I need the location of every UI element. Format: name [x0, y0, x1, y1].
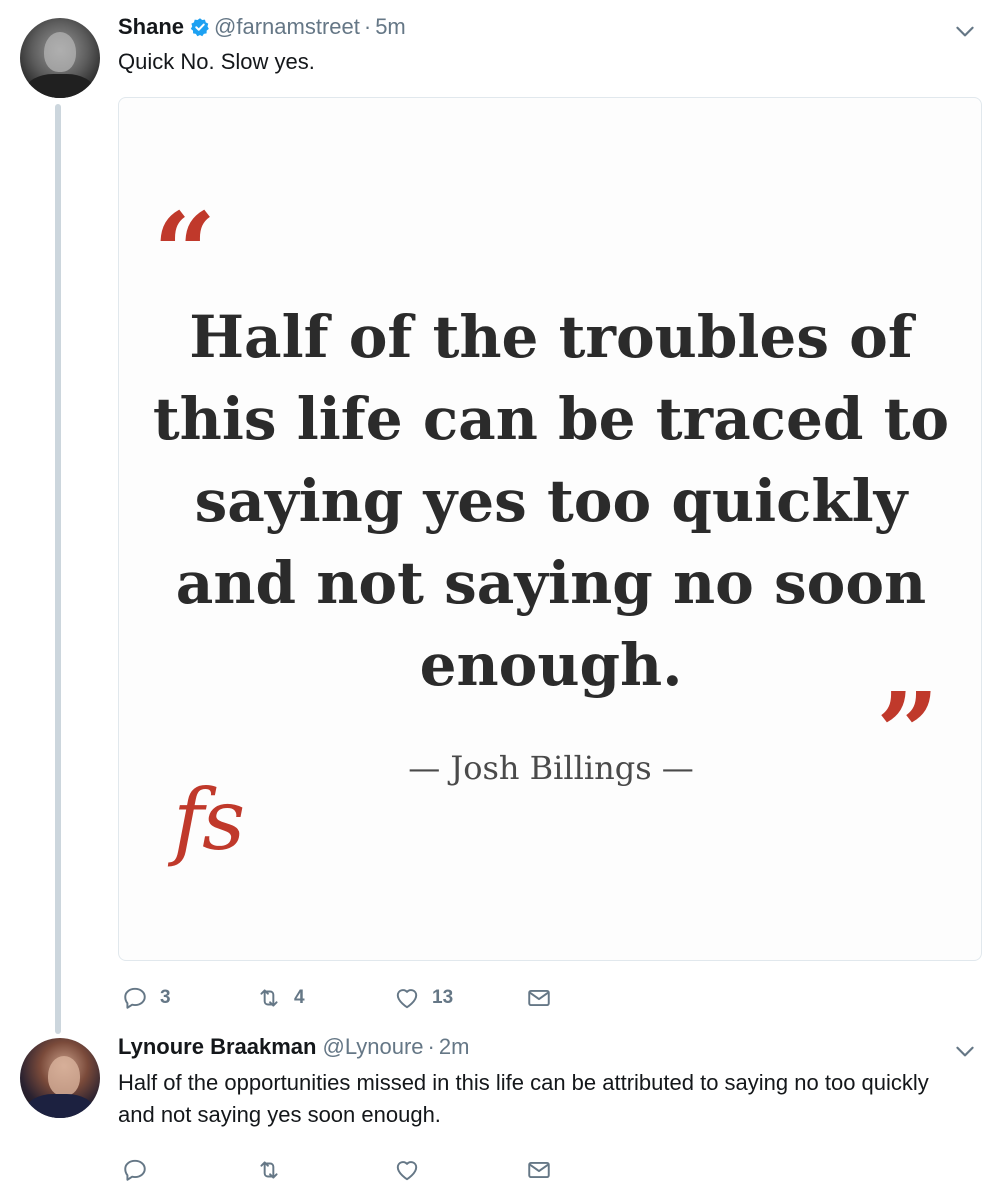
fs-logo: fs	[173, 771, 245, 869]
tweet-text: Quick No. Slow yes.	[118, 49, 315, 74]
separator-dot: ·	[363, 14, 372, 39]
tweet-text: Half of the opportunities missed in this…	[118, 1070, 929, 1127]
retweet-count: 4	[294, 987, 305, 1008]
retweet-icon	[260, 1161, 278, 1179]
avatar-face	[44, 32, 76, 72]
reply-button[interactable]	[122, 1150, 148, 1190]
reply-button[interactable]: 3	[122, 978, 171, 1018]
quote-author: — Josh Billings —	[408, 749, 694, 787]
reply-icon	[124, 987, 146, 1009]
reply-count: 3	[160, 987, 171, 1008]
media-image[interactable]: “ Half of the troubles of this life can …	[118, 97, 982, 961]
chevron-down-icon[interactable]	[952, 1038, 978, 1064]
direct-message-button[interactable]	[526, 1150, 552, 1190]
thread-line	[55, 104, 61, 1034]
author-handle[interactable]: @Lynoure	[322, 1033, 423, 1061]
verified-badge-icon	[190, 18, 209, 37]
retweet-button[interactable]	[256, 1150, 282, 1190]
avatar-face	[48, 1056, 80, 1096]
heart-icon	[396, 989, 418, 1009]
heart-icon	[396, 1161, 418, 1181]
retweet-icon	[260, 989, 278, 1007]
avatar-shoulders	[26, 1094, 94, 1118]
author-name[interactable]: Lynoure Braakman	[118, 1033, 316, 1061]
envelope-icon	[528, 1161, 550, 1179]
like-button[interactable]: 13	[394, 978, 453, 1018]
avatar-shoulders	[26, 74, 94, 98]
author-name[interactable]: Shane	[118, 13, 184, 41]
timestamp[interactable]: 5m	[375, 13, 406, 41]
separator-dot: ·	[427, 1034, 435, 1059]
author-handle[interactable]: @farnamstreet	[214, 13, 360, 41]
reply-icon	[124, 1159, 146, 1181]
tweet-actions: 3 4 13	[118, 978, 578, 1018]
like-count: 13	[432, 987, 454, 1008]
avatar[interactable]	[20, 1038, 100, 1118]
quote-text: Half of the troubles of this life can be…	[152, 303, 950, 699]
like-button[interactable]	[394, 1150, 420, 1190]
chevron-down-icon[interactable]	[952, 18, 978, 44]
tweet-header: Lynoure Braakman @Lynoure · 2m	[118, 1033, 469, 1061]
open-quote-mark: “	[153, 188, 217, 317]
tweet-actions	[118, 1150, 578, 1190]
tweet-header: Shane @farnamstreet · 5m	[118, 13, 406, 41]
avatar[interactable]	[20, 18, 100, 98]
envelope-icon	[528, 989, 550, 1007]
retweet-button[interactable]: 4	[256, 978, 305, 1018]
direct-message-button[interactable]	[526, 978, 552, 1018]
timestamp[interactable]: 2m	[439, 1033, 470, 1061]
tweet[interactable]: Shane @farnamstreet · 5m Quick No. Slow …	[0, 0, 1003, 1034]
